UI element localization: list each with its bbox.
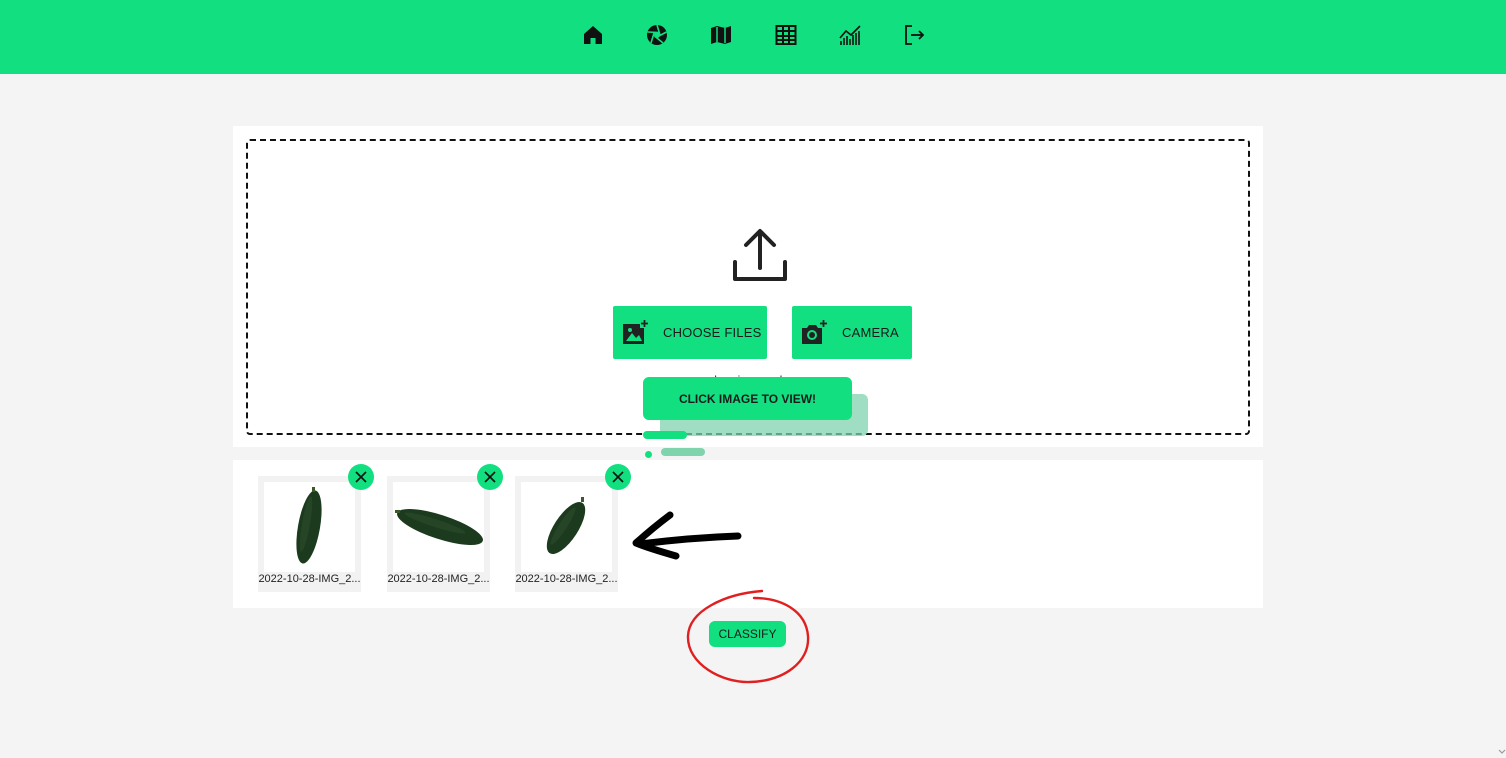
cucumber-image[interactable] xyxy=(393,482,484,572)
thumbnail-filename: 2022-10-28-IMG_2... xyxy=(515,573,618,585)
thumbnail-filename: 2022-10-28-IMG_2... xyxy=(258,573,361,585)
choose-files-button[interactable]: CHOOSE FILES xyxy=(613,306,767,359)
close-icon xyxy=(484,471,496,483)
cucumber-image[interactable] xyxy=(521,482,612,572)
top-nav-bar xyxy=(0,0,1506,74)
remove-image-button[interactable] xyxy=(477,464,503,490)
image-thumbnail[interactable]: 2022-10-28-IMG_2... xyxy=(515,476,618,592)
close-icon xyxy=(355,471,367,483)
upload-icon xyxy=(733,229,787,281)
page-scrollbar[interactable] xyxy=(1497,74,1506,758)
chart-icon[interactable] xyxy=(837,22,863,48)
view-image-tooltip: CLICK IMAGE TO VIEW! xyxy=(643,377,852,420)
tooltip-decoration xyxy=(643,431,687,439)
add-camera-icon xyxy=(802,319,827,344)
table-icon[interactable] xyxy=(773,22,799,48)
tooltip-decoration xyxy=(661,448,705,456)
image-thumbnail[interactable]: 2022-10-28-IMG_2... xyxy=(258,476,361,592)
scroll-down-icon[interactable] xyxy=(1498,748,1506,756)
logout-icon[interactable] xyxy=(901,22,927,48)
close-icon xyxy=(612,471,624,483)
aperture-icon[interactable] xyxy=(644,22,670,48)
tooltip-decoration-dot xyxy=(645,451,652,458)
arrow-annotation xyxy=(632,511,742,560)
circle-annotation xyxy=(686,589,810,684)
cucumber-image[interactable] xyxy=(264,482,355,572)
camera-button[interactable]: CAMERA xyxy=(792,306,912,359)
choose-files-label: CHOOSE FILES xyxy=(663,325,762,340)
camera-label: CAMERA xyxy=(842,325,899,340)
add-image-icon xyxy=(623,318,649,344)
home-icon[interactable] xyxy=(580,22,606,48)
map-icon[interactable] xyxy=(708,22,734,48)
image-thumbnail[interactable]: 2022-10-28-IMG_2... xyxy=(387,476,490,592)
thumbnail-filename: 2022-10-28-IMG_2... xyxy=(387,573,490,585)
remove-image-button[interactable] xyxy=(348,464,374,490)
remove-image-button[interactable] xyxy=(605,464,631,490)
